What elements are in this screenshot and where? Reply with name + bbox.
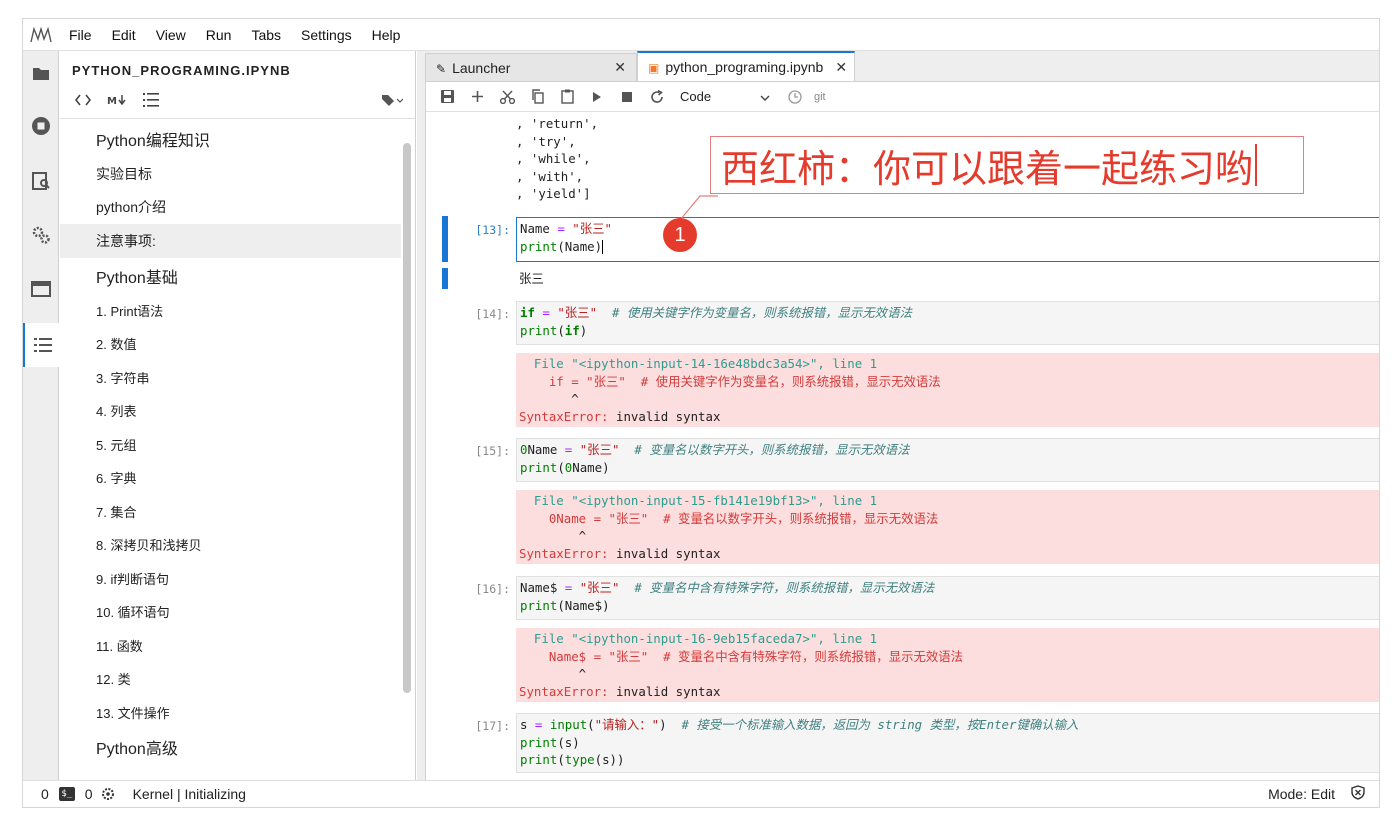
tab-notebook-label: python_programing.ipynb — [665, 59, 824, 75]
git-button[interactable]: git — [814, 91, 826, 103]
toc-sidebar: PYTHON_PROGRAMING.IPYNB M Python编程知识 实验目标… — [60, 51, 416, 781]
status-count-2[interactable]: 0 — [85, 786, 93, 802]
cell-16-input[interactable]: Name$ = "张三" # 变量名中含有特殊字符，则系统报错，显示无效语法 p… — [516, 576, 1379, 620]
left-icon-bar — [23, 51, 60, 781]
menu-help[interactable]: Help — [362, 19, 411, 51]
mode-indicator: Mode: Edit — [1268, 786, 1335, 802]
cell-14-error: File "<ipython-input-14-16e48bdc3a54>", … — [516, 353, 1379, 427]
menu-view[interactable]: View — [146, 19, 196, 51]
toc-item[interactable]: 1. Print语法 — [60, 294, 401, 328]
menu-tabs[interactable]: Tabs — [241, 19, 291, 51]
tabs-panel-icon[interactable] — [23, 267, 59, 311]
add-cell-icon[interactable] — [462, 85, 492, 109]
copy-icon[interactable] — [522, 85, 552, 109]
extensions-gear-icon[interactable] — [23, 213, 59, 257]
close-icon[interactable]: ✕ — [835, 59, 847, 76]
tab-launcher-label: Launcher — [452, 59, 511, 76]
code-toggle-icon[interactable] — [66, 87, 100, 113]
svg-text:M: M — [107, 96, 117, 106]
cell-prompt: [15]: — [475, 444, 510, 458]
toc-toolbar: M — [60, 81, 415, 119]
toc-item[interactable]: 7. 集合 — [60, 495, 401, 529]
output-cell-bar — [442, 268, 448, 289]
toc-item[interactable]: 4. 列表 — [60, 394, 401, 428]
shield-icon[interactable] — [1351, 785, 1365, 803]
status-bar: 0 $_ 0 Kernel | Initializing Mode: Edit — [23, 780, 1379, 807]
notebook-toolbar: Code git — [426, 82, 1379, 112]
file-browser-icon[interactable] — [23, 51, 59, 95]
cell-prompt: [16]: — [475, 582, 510, 596]
active-cell-bar — [442, 216, 448, 262]
notebook-cells: , 'return', , 'try', , 'while', , 'with'… — [426, 113, 1379, 781]
run-icon[interactable] — [582, 85, 612, 109]
jupyter-logo-icon — [23, 19, 59, 51]
cell-17-input[interactable]: s = input("请输入：") # 接受一个标准输入数据，返回为 strin… — [516, 713, 1379, 773]
toc-item[interactable]: 5. 元组 — [60, 428, 401, 462]
tab-notebook[interactable]: ▣ python_programing.ipynb ✕ — [637, 51, 855, 81]
toc-item[interactable]: Python基础 — [60, 258, 401, 294]
paste-icon[interactable] — [552, 85, 582, 109]
status-count-1[interactable]: 0 — [41, 786, 49, 802]
toc-item[interactable]: 13. 文件操作 — [60, 696, 401, 730]
cut-icon[interactable] — [492, 85, 522, 109]
toc-item[interactable]: 3. 字符串 — [60, 361, 401, 395]
tab-bar: ✎ Launcher ✕ ▣ python_programing.ipynb ✕ — [417, 51, 1379, 81]
table-of-contents-icon[interactable] — [23, 323, 60, 367]
notebook-icon: ▣ — [648, 61, 660, 75]
sidebar-title: PYTHON_PROGRAMING.IPYNB — [72, 63, 291, 78]
sidebar-scrollbar[interactable] — [403, 143, 411, 693]
toc-item[interactable]: 6. 字典 — [60, 461, 401, 495]
save-icon[interactable] — [432, 85, 462, 109]
kernel-status[interactable]: Kernel | Initializing — [133, 786, 246, 802]
tag-filter-icon[interactable] — [375, 87, 409, 113]
cell-13-output: 张三 — [519, 271, 544, 286]
clock-icon[interactable] — [780, 85, 810, 109]
toc-item[interactable]: 2. 数值 — [60, 327, 401, 361]
annotation-badge: 1 — [663, 218, 697, 252]
toc-item[interactable]: 实验目标 — [60, 157, 401, 191]
annotation-callout: 西红柿：你可以跟着一起练习哟 — [710, 136, 1304, 194]
stop-icon[interactable] — [612, 85, 642, 109]
toc-item[interactable]: 注意事项: — [60, 224, 401, 258]
close-icon[interactable]: ✕ — [614, 59, 626, 76]
toc-item[interactable]: 11. 函数 — [60, 629, 401, 663]
toc-item[interactable]: Python编程知识 — [60, 121, 401, 157]
menu-settings[interactable]: Settings — [291, 19, 362, 51]
cell-14-input[interactable]: if = "张三" # 使用关键字作为变量名，则系统报错，显示无效语法 prin… — [516, 301, 1379, 345]
cell-output-top: , 'return', , 'try', , 'while', , 'with'… — [516, 116, 599, 201]
menu-edit[interactable]: Edit — [102, 19, 146, 51]
cell-prompt: [13]: — [475, 223, 510, 237]
toc-item[interactable]: 12. 类 — [60, 662, 401, 696]
toc-item[interactable]: python介绍 — [60, 191, 401, 225]
markdown-toggle-icon[interactable]: M — [100, 87, 134, 113]
menubar: File Edit View Run Tabs Settings Help — [23, 19, 1379, 51]
toc-item[interactable]: Python高级 — [60, 729, 401, 765]
toc-item[interactable]: 10. 循环语句 — [60, 595, 401, 629]
toc-item[interactable]: 9. if判断语句 — [60, 562, 401, 596]
cell-type-select[interactable]: Code — [680, 89, 770, 104]
cell-type-value: Code — [680, 89, 712, 104]
cell-13-input[interactable]: Name = "张三" print(Name) — [516, 217, 1379, 262]
terminal-icon[interactable]: $_ — [58, 787, 75, 801]
menu-file[interactable]: File — [59, 19, 102, 51]
cell-prompt: [14]: — [475, 307, 510, 321]
numbering-toggle-icon[interactable] — [134, 87, 168, 113]
launcher-edit-icon: ✎ — [436, 61, 447, 76]
annotation-text: 西红柿：你可以跟着一起练习哟 — [721, 146, 1254, 191]
cell-15-error: File "<ipython-input-15-fb141e19bf13>", … — [516, 490, 1379, 564]
commands-icon[interactable] — [23, 159, 59, 203]
chevron-down-icon — [760, 89, 770, 104]
menu-run[interactable]: Run — [196, 19, 242, 51]
restart-icon[interactable] — [642, 85, 672, 109]
cell-prompt: [17]: — [475, 719, 510, 733]
toc-list: Python编程知识 实验目标 python介绍 注意事项: Python基础 1. Pr… — [60, 121, 401, 765]
kernel-gear-icon[interactable] — [101, 787, 115, 801]
tab-launcher[interactable]: ✎ Launcher ✕ — [425, 53, 637, 81]
cell-15-input[interactable]: 0Name = "张三" # 变量名以数字开头，则系统报错，显示无效语法 pri… — [516, 438, 1379, 482]
cell-16-error: File "<ipython-input-16-9eb15faceda7>", … — [516, 628, 1379, 702]
toc-item[interactable]: 8. 深拷贝和浅拷贝 — [60, 528, 401, 562]
running-kernels-icon[interactable] — [23, 104, 59, 148]
